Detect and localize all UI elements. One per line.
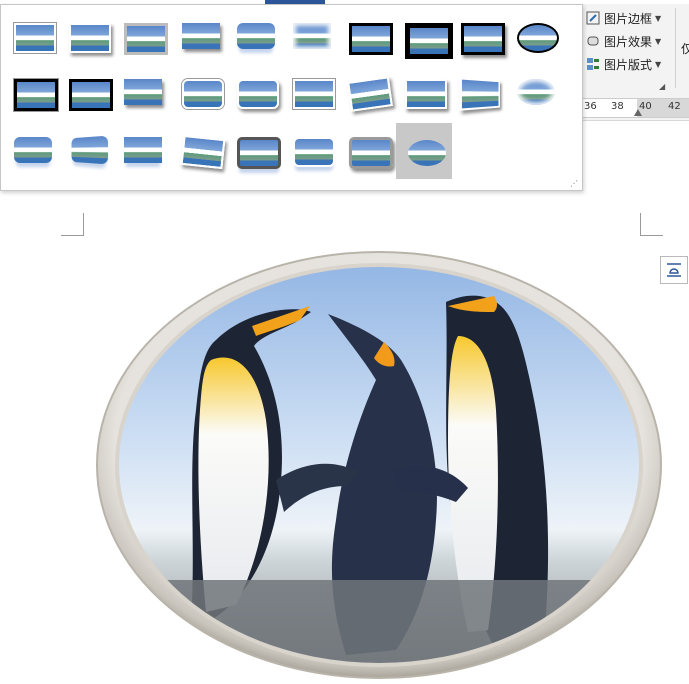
picture-layout-label: 图片版式 [604,57,653,72]
style-reflected-rounded-rectangle[interactable] [228,9,284,65]
style-perspective-shadow-white[interactable] [340,65,396,121]
inserted-picture[interactable] [96,250,662,680]
chevron-down-icon: ▼ [655,36,662,46]
style-compound-frame-black[interactable] [5,65,61,121]
style-metal-oval-prev[interactable] [340,123,396,179]
style-thumbnail [461,23,505,55]
style-thumbnail [349,137,393,169]
style-soft-edge-oval[interactable] [452,65,508,121]
style-metal-rounded-rectangle[interactable] [173,123,229,179]
style-bevel-rectangle[interactable] [508,65,564,121]
style-rotated-white[interactable] [284,65,340,121]
picture-styles-gallery: ⋰ [0,4,583,191]
style-thumbnail [124,79,162,105]
horizontal-ruler[interactable]: 36 38 40 42 [582,98,689,118]
picture-layout-button[interactable]: 图片版式 ▼ [586,54,661,74]
style-thumbnail [69,23,111,53]
right-indent-marker[interactable] [634,109,642,116]
style-simple-frame-black[interactable] [452,9,508,65]
style-thumbnail [237,23,275,49]
style-thumbnail [293,23,331,49]
page-corner-mark [640,213,663,236]
style-snip-diagonal-corner[interactable] [173,65,229,121]
style-thumbnail [405,137,449,169]
style-thumbnail [293,137,335,167]
picture-border-label: 图片边框 [604,11,653,26]
style-simple-frame-white[interactable] [5,9,61,65]
style-reflected-bevel-white[interactable] [60,123,116,179]
style-thumbnail [517,79,555,105]
style-thumbnail [405,23,453,59]
style-thumbnail [182,23,220,49]
style-thumbnail [347,76,393,112]
style-moderate-frame-white[interactable] [228,65,284,121]
style-thumbnail [71,135,109,165]
picture-effects-button[interactable]: 图片效果 ▼ [586,31,661,51]
style-relaxed-perspective-white[interactable] [396,65,452,121]
style-reflected-perspective-right[interactable] [228,123,284,179]
style-thumbnail [124,23,168,55]
style-beveled-matte-white[interactable] [60,9,116,65]
style-thumbnail [459,77,501,111]
style-thumbnail [182,79,224,109]
style-thumbnail [14,23,56,53]
pen-border-icon [586,11,600,25]
style-thumbnail [69,79,113,111]
style-drop-shadow-rectangle[interactable] [173,9,229,65]
style-thumbnail [124,137,162,163]
style-center-shadow-rectangle[interactable] [60,65,116,121]
style-metal-oval[interactable] [396,123,452,179]
effects-icon [586,34,600,48]
style-thumbnail [237,79,279,109]
style-thumbnail [293,79,335,109]
style-thumbnail [237,137,281,169]
style-metal-frame-rounded[interactable] [284,123,340,179]
chevron-down-icon: ▼ [655,13,662,23]
picture-effects-label: 图片效果 [604,34,653,49]
style-beveled-oval-black[interactable] [508,9,564,65]
layout-options-button[interactable] [660,256,688,284]
resize-grip-icon[interactable]: ⋰ [570,179,578,188]
style-thumbnail [517,23,559,53]
style-rounded-diagonal-corner[interactable] [115,65,171,121]
ruler-tick-label: 36 [584,101,597,112]
chevron-down-icon: ▼ [655,59,662,69]
ribbon-separator [675,8,676,88]
style-soft-edge-rectangle[interactable] [284,9,340,65]
ruler-tick-label: 42 [668,101,681,112]
style-thumbnail [180,134,226,170]
style-double-frame-black[interactable] [340,9,396,65]
style-metal-frame[interactable] [115,9,171,65]
dialog-launcher-icon[interactable]: ◢ [659,82,665,91]
style-thumbnail [14,137,52,163]
page-corner-mark [61,213,84,236]
style-thumbnail [349,23,393,55]
style-bevel-perspective-left[interactable] [115,123,171,179]
layout-options-icon [667,263,681,277]
picture-border-button[interactable]: 图片边框 ▼ [586,8,661,28]
style-thick-matte-black[interactable] [396,9,453,65]
picture-layout-icon [586,57,600,71]
ruler-tick-label: 38 [611,101,624,112]
ribbon-partial-label: 仅 [681,42,689,56]
style-thumbnail [14,79,58,111]
style-bevel-perspective[interactable] [5,123,61,179]
style-thumbnail [405,79,447,109]
